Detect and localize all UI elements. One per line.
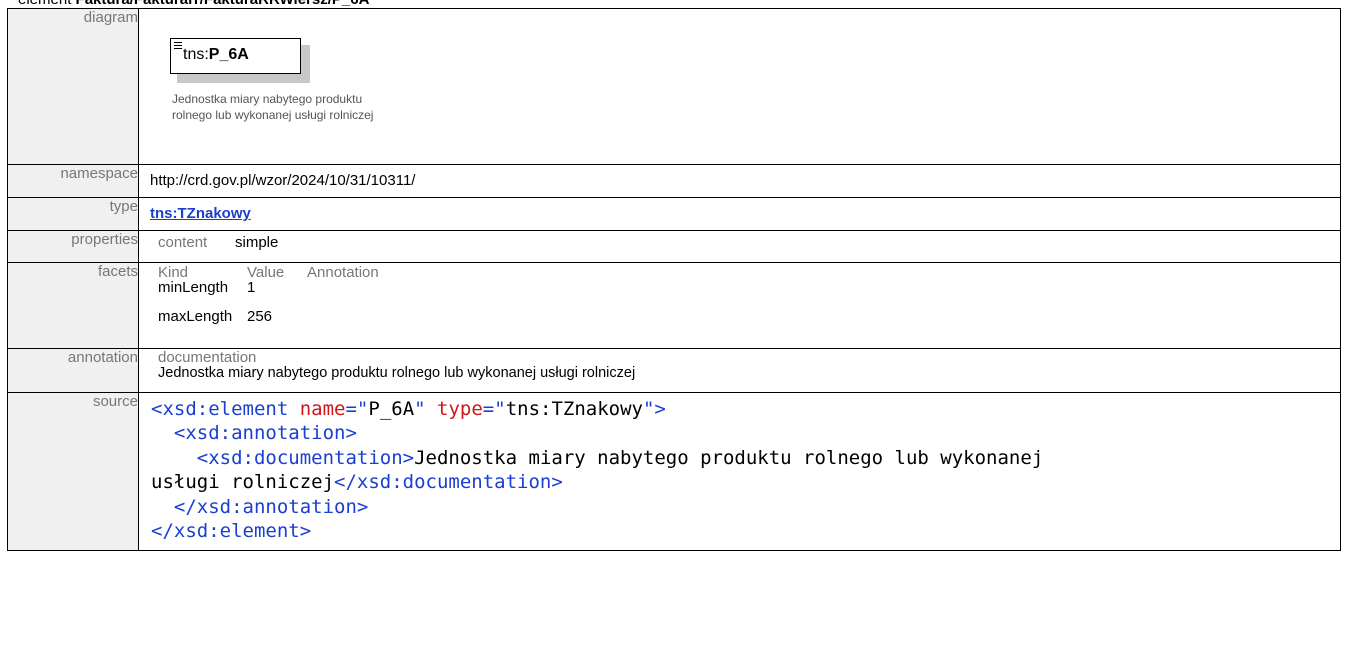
row-annotation: annotation documentation Jednostka miary… [7,348,1341,393]
row-facets: facets Kind Value Annotation minLength 1… [7,262,1341,349]
row-label-source: source [7,392,139,551]
source-code: <xsd:element name="P_6A" type="tns:TZnak… [151,398,1044,543]
facets-header-kind: Kind [158,264,189,281]
facet-kind: minLength [158,279,229,296]
page-title-prefix: element [18,0,76,8]
row-type: type tns:TZnakowy [7,197,1341,231]
type-link[interactable]: tns:TZnakowy [150,205,251,222]
facet-row: minLength 1 [139,279,1340,297]
row-label-type: type [7,197,139,231]
facet-kind: maxLength [158,308,233,325]
facet-value: 256 [247,308,273,325]
diagram-cell: tns:P_6A Jednostka miary nabytego produk… [138,8,1341,165]
diagram-element-name: tns:P_6A [183,46,249,63]
row-label-facets: facets [7,262,139,349]
property-value: simple [235,234,279,251]
facets-header: Kind Value Annotation [139,263,1340,281]
row-namespace: namespace http://crd.gov.pl/wzor/2024/10… [7,164,1341,198]
row-label-annotation: annotation [7,348,139,393]
row-diagram: diagram tns:P_6A Jednostka miary nabyteg… [7,8,1341,165]
facets-header-value: Value [247,264,285,281]
annotation-key: documentation [158,349,257,366]
row-properties: properties content simple [7,230,1341,263]
diagram-element-box[interactable]: tns:P_6A [170,38,301,74]
facets-header-annotation: Annotation [307,264,379,281]
row-label-namespace: namespace [7,164,139,198]
property-key: content [158,234,208,251]
annotation-text: Jednostka miary nabytego produktu rolneg… [158,365,636,381]
element-doc-table: diagram tns:P_6A Jednostka miary nabyteg… [7,8,1341,551]
row-source: source <xsd:element name="P_6A" type="tn… [7,392,1341,551]
element-content-icon [174,42,182,51]
facet-row: maxLength 256 [139,308,1340,334]
page-title-path: Faktura/Fakturarr/FakturaRRWiersz/P_6A [76,0,370,8]
row-label-diagram: diagram [7,8,139,165]
facet-value: 1 [247,279,256,296]
diagram-documentation: Jednostka miary nabytego produktu rolneg… [172,92,374,122]
row-label-properties: properties [7,230,139,263]
namespace-value: http://crd.gov.pl/wzor/2024/10/31/10311/ [150,172,416,189]
